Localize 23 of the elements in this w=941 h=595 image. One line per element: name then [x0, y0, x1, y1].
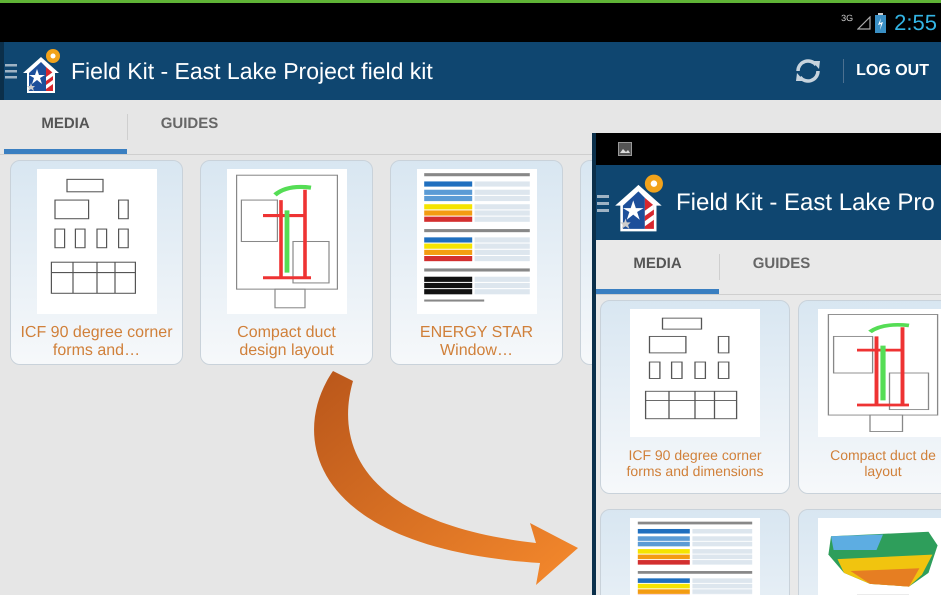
- tab[interactable]: MEDIA: [596, 240, 719, 294]
- media-caption: ICF 90 degree corner forms and dimensions: [626, 447, 764, 480]
- network-label: 3G: [841, 12, 854, 25]
- media-caption: ICF 90 degree corner forms and…: [20, 324, 173, 361]
- clock: 2:55: [894, 9, 937, 37]
- media-caption: ENERGY STAR Window…: [420, 324, 534, 361]
- tab[interactable]: MEDIA: [4, 100, 127, 154]
- battery-icon: [875, 12, 886, 32]
- app-title: Field Kit - East Lake Pro: [676, 188, 935, 218]
- menu-icon[interactable]: [5, 62, 17, 80]
- media-card[interactable]: ENERGY STAR Window…: [390, 160, 563, 365]
- media-caption: Compact duct de layout: [830, 447, 936, 480]
- image-icon: [618, 142, 632, 156]
- tab[interactable]: GUIDES: [128, 100, 251, 154]
- media-card[interactable]: ICF 90 degree corner forms and…: [10, 160, 183, 365]
- tab[interactable]: GUIDES: [720, 240, 843, 294]
- media-card[interactable]: Compact duct design layout: [200, 160, 373, 365]
- log-out-button[interactable]: LOG OUT: [844, 51, 941, 91]
- media-card[interactable]: Compact duct de layout: [798, 300, 941, 494]
- app-title: Field Kit - East Lake Project field kit: [71, 56, 433, 86]
- media-card[interactable]: ICF 90 degree corner forms and dimensions: [600, 300, 790, 494]
- signal-icon: [857, 16, 872, 30]
- media-caption: Compact duct design layout: [237, 324, 336, 361]
